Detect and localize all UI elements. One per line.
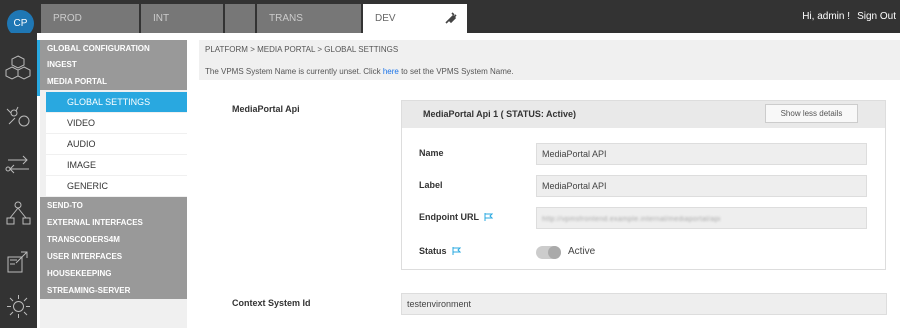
- network-settings-icon[interactable]: [5, 104, 32, 131]
- cubes-icon[interactable]: [5, 53, 32, 80]
- gear-icon[interactable]: [5, 293, 32, 320]
- notice-text-after: to set the VPMS System Name.: [398, 67, 514, 76]
- endpoint-url-label-text: Endpoint URL: [419, 212, 479, 222]
- name-field[interactable]: MediaPortal API: [536, 143, 867, 165]
- menu-image[interactable]: IMAGE: [46, 155, 187, 175]
- icon-rail: [0, 33, 37, 328]
- menu-video[interactable]: VIDEO: [46, 113, 187, 133]
- set-system-name-link[interactable]: here: [383, 67, 399, 76]
- menu-generic[interactable]: GENERIC: [46, 176, 187, 196]
- menu-global-settings[interactable]: GLOBAL SETTINGS: [46, 92, 187, 112]
- menu-housekeeping[interactable]: HOUSEKEEPING: [47, 265, 111, 283]
- menu-audio[interactable]: AUDIO: [46, 134, 187, 154]
- sign-out-link[interactable]: Sign Out: [857, 11, 896, 22]
- status-label: Status: [419, 246, 461, 256]
- label-field[interactable]: MediaPortal API: [536, 175, 867, 197]
- main-content: MediaPortal Api MediaPortal Api 1 ( STAT…: [199, 83, 900, 328]
- status-toggle[interactable]: [536, 246, 561, 259]
- top-bar: CP PROD INT TRANS DEV Hi, admin ! Sign O…: [0, 0, 900, 37]
- endpoint-url-label: Endpoint URL: [419, 212, 493, 222]
- show-less-details-button[interactable]: Show less details: [765, 104, 858, 123]
- flag-icon: [484, 213, 493, 221]
- menu-media-portal[interactable]: MEDIA PORTAL: [47, 73, 107, 91]
- transfer-icon[interactable]: [5, 151, 32, 178]
- context-system-id-field[interactable]: testenvironment: [401, 293, 887, 315]
- label-label: Label: [419, 180, 443, 190]
- plug-icon[interactable]: [444, 11, 458, 25]
- endpoint-url-value: http://vpmsfrontend.example.internal/med…: [542, 216, 721, 223]
- workflow-icon[interactable]: [5, 200, 32, 227]
- context-system-id-label: Context System Id: [232, 298, 311, 308]
- export-icon[interactable]: [5, 248, 32, 275]
- api-panel-title: MediaPortal Api 1 ( STATUS: Active): [423, 109, 577, 119]
- status-value: Active: [568, 246, 596, 257]
- menu-streaming-server[interactable]: STREAMING-SERVER: [47, 282, 130, 300]
- api-panel: MediaPortal Api 1 ( STATUS: Active) Show…: [401, 100, 886, 270]
- api-panel-header: MediaPortal Api 1 ( STATUS: Active) Show…: [402, 101, 885, 128]
- menu-ingest[interactable]: INGEST: [47, 56, 77, 74]
- menu-send-to[interactable]: SEND-TO: [47, 197, 83, 215]
- user-greeting: Hi, admin !: [802, 11, 850, 22]
- endpoint-url-field[interactable]: http://vpmsfrontend.example.internal/med…: [536, 207, 867, 229]
- menu-transcoders4m[interactable]: TRANSCODERS4M: [47, 231, 120, 249]
- status-label-text: Status: [419, 246, 447, 256]
- side-menu: GLOBAL CONFIGURATION INGEST MEDIA PORTAL…: [40, 40, 187, 328]
- name-label: Name: [419, 148, 444, 158]
- breadcrumb: PLATFORM > MEDIA PORTAL > GLOBAL SETTING…: [205, 45, 399, 54]
- flag-icon: [452, 247, 461, 255]
- tab-prod[interactable]: PROD: [41, 4, 139, 33]
- toggle-knob: [548, 246, 561, 259]
- notice-text-before: The VPMS System Name is currently unset.…: [205, 67, 383, 76]
- menu-user-interfaces[interactable]: USER INTERFACES: [47, 248, 122, 266]
- tab-unlabeled[interactable]: [225, 4, 255, 33]
- info-bar: PLATFORM > MEDIA PORTAL > GLOBAL SETTING…: [199, 40, 900, 80]
- system-name-notice: The VPMS System Name is currently unset.…: [205, 67, 514, 76]
- tab-trans[interactable]: TRANS: [257, 4, 361, 33]
- tab-int[interactable]: INT: [141, 4, 223, 33]
- menu-external-interfaces[interactable]: EXTERNAL INTERFACES: [47, 214, 143, 232]
- mediaportal-api-label: MediaPortal Api: [232, 104, 300, 114]
